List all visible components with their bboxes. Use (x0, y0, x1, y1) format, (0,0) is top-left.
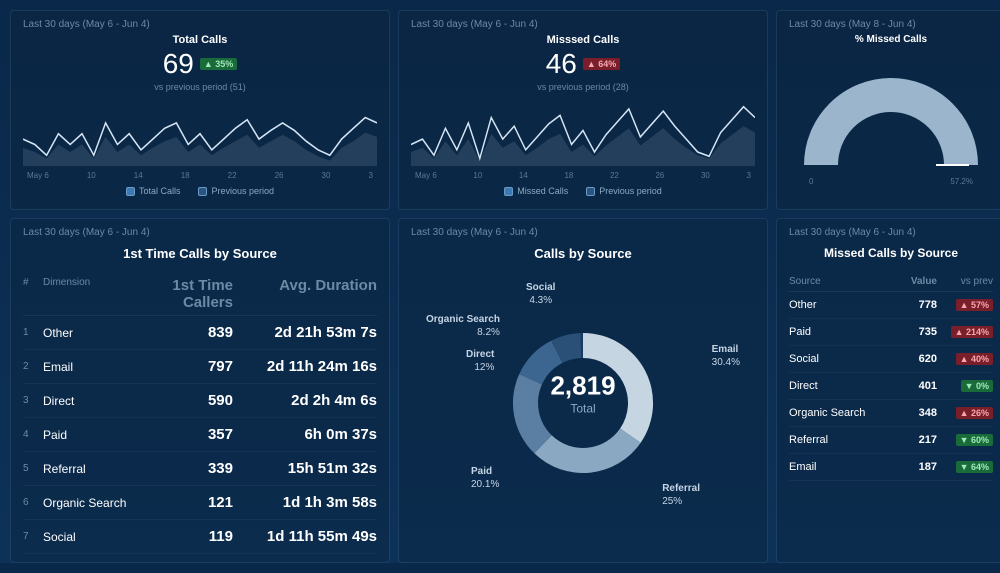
gauge-min: 0 (809, 177, 813, 186)
col-d: Dimension (43, 277, 163, 311)
gauge-title: % Missed Calls (789, 34, 993, 45)
gauge-card: Last 30 days (May 8 - Jun 4) % Missed Ca… (776, 10, 1000, 210)
donut-total: 2,819 (550, 371, 615, 402)
col-t: Avg. Duration (233, 277, 377, 311)
col-v: 1st Time Callers (163, 277, 233, 311)
missedbysource-table: Source Value vs prev Other778 ▲ 57% Paid… (789, 272, 993, 481)
legend-prev[interactable]: Previous period (198, 186, 274, 196)
table-row: Direct401 ▼ 0% (789, 373, 993, 400)
date-range: Last 30 days (May 6 - Jun 4) (23, 19, 377, 30)
table-row: 2Email 7972d 11h 24m 16s (23, 350, 377, 384)
date-range: Last 30 days (May 6 - Jun 4) (411, 19, 755, 30)
date-range: Last 30 days (May 6 - Jun 4) (789, 227, 993, 238)
table-row: 6Organic Search 1211d 1h 3m 58s (23, 486, 377, 520)
firsttime-card: Last 30 days (May 6 - Jun 4) 1st Time Ca… (10, 218, 390, 563)
donut-chart: 2,819 Total Email30.4% Referral25% Paid2… (411, 273, 755, 513)
gauge-arc-icon (789, 65, 993, 175)
slice-label-social: Social4.3% (526, 281, 555, 307)
slice-label-direct: Direct12% (466, 348, 494, 374)
total-calls-card: Last 30 days (May 6 - Jun 4) Total Calls… (10, 10, 390, 210)
missed-calls-sub: vs previous period (28) (411, 82, 755, 92)
total-calls-sub: vs previous period (51) (23, 82, 377, 92)
slice-label-email: Email30.4% (712, 343, 740, 369)
date-range: Last 30 days (May 6 - Jun 4) (23, 227, 377, 238)
gauge-max: 57.2% (950, 177, 973, 186)
table-row: Organic Search348 ▲ 26% (789, 400, 993, 427)
metric-title: Misssed Calls (411, 34, 755, 46)
missedbysource-card: Last 30 days (May 6 - Jun 4) Missed Call… (776, 218, 1000, 563)
x-ticks: May 61014182226303 (23, 171, 377, 180)
date-range: Last 30 days (May 8 - Jun 4) (789, 19, 993, 30)
table-row: 5Referral 33915h 51m 32s (23, 452, 377, 486)
col-prev: vs prev (937, 276, 993, 287)
slice-label-organic: Organic Search8.2% (426, 313, 500, 339)
legend-missed[interactable]: Missed Calls (504, 186, 568, 196)
missed-calls-sparkline (411, 96, 755, 166)
table-row: Email187 ▼ 64% (789, 454, 993, 481)
table-row: 1Other 8392d 21h 53m 7s (23, 316, 377, 350)
table-row: Other778 ▲ 57% (789, 292, 993, 319)
total-calls-sparkline (23, 96, 377, 166)
firsttime-table: # Dimension 1st Time Callers Avg. Durati… (23, 273, 377, 554)
col-value: Value (887, 276, 937, 287)
slice-label-referral: Referral25% (662, 482, 700, 508)
total-calls-value: 69 (163, 48, 194, 80)
missed-calls-delta: ▲ 64% (583, 58, 620, 70)
table-row: 4Paid 3576h 0m 37s (23, 418, 377, 452)
slice-label-paid: Paid20.1% (471, 465, 499, 491)
missed-calls-card: Last 30 days (May 6 - Jun 4) Misssed Cal… (398, 10, 768, 210)
metric-title: Total Calls (23, 34, 377, 46)
col-n: # (23, 277, 43, 311)
table-row: Paid735 ▲ 214% (789, 319, 993, 346)
legend-total[interactable]: Total Calls (126, 186, 181, 196)
missed-calls-value: 46 (546, 48, 577, 80)
table-row: Social620 ▲ 40% (789, 346, 993, 373)
table-row: 3Direct 5902d 2h 4m 6s (23, 384, 377, 418)
total-calls-delta: ▲ 35% (200, 58, 237, 70)
legend-prev[interactable]: Previous period (586, 186, 662, 196)
table-title: 1st Time Calls by Source (23, 246, 377, 261)
table-title: Missed Calls by Source (789, 246, 993, 260)
table-row: 7Social 1191d 11h 55m 49s (23, 520, 377, 554)
donut-total-label: Total (550, 402, 615, 416)
col-source: Source (789, 276, 887, 287)
date-range: Last 30 days (May 6 - Jun 4) (411, 227, 755, 238)
x-ticks: May 61014182226303 (411, 171, 755, 180)
table-row: Referral217 ▼ 60% (789, 427, 993, 454)
chart-title: Calls by Source (411, 246, 755, 261)
callsbysource-card: Last 30 days (May 6 - Jun 4) Calls by So… (398, 218, 768, 563)
